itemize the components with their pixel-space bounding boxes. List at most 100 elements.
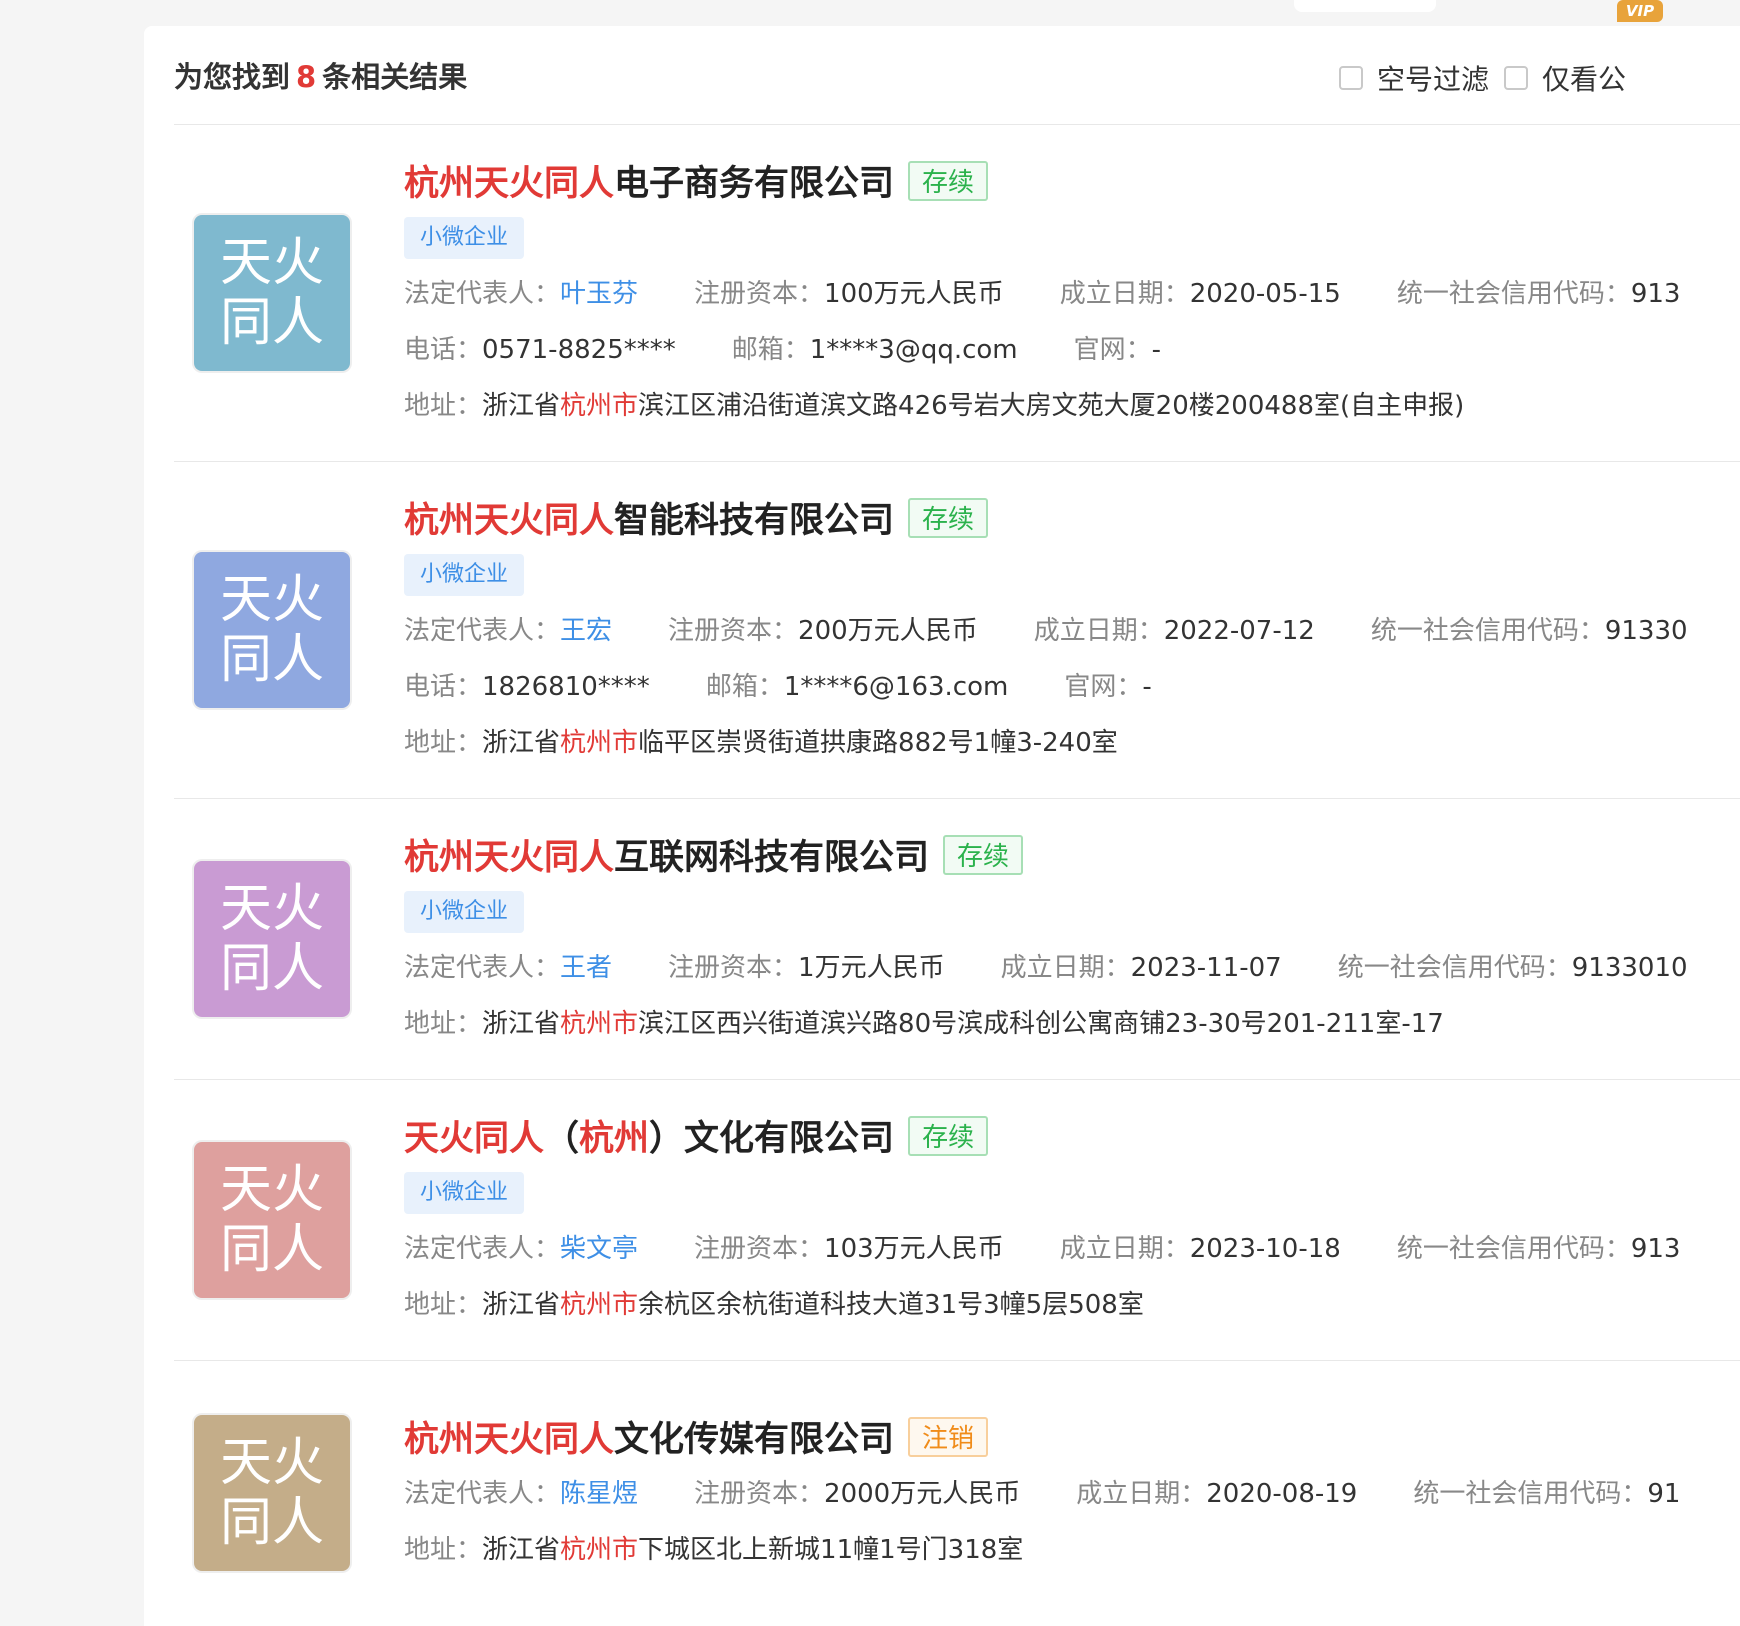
filter-only-view[interactable]: 仅看公 <box>1504 58 1626 98</box>
company-name-link[interactable]: 天火同人（杭州）文化有限公司 <box>404 1110 894 1161</box>
summary-suffix: 条相关结果 <box>322 60 468 94</box>
logo-text-line2: 同人 <box>219 1493 324 1553</box>
capital-value: 200万元人民币 <box>798 616 978 646</box>
email-value: 1****6@163.com <box>783 672 1009 702</box>
founded-value: 2020-08-19 <box>1206 1479 1358 1509</box>
status-badge: 存续 <box>908 1115 989 1156</box>
name-rest: 电子商务有限公司 <box>614 164 895 204</box>
credit-code-label: 统一社会信用代码： <box>1413 1479 1648 1509</box>
company-card[interactable]: 天火 同人 杭州天火同人文化传媒有限公司 注销 法定代表人：陈星煜 注册资本：20… <box>174 1361 1740 1626</box>
company-name-link[interactable]: 杭州天火同人互联网科技有限公司 <box>404 829 929 880</box>
meta-row-basic: 法定代表人：陈星煜 注册资本：2000万元人民币 成立日期：2020-08-19… <box>404 1473 1736 1510</box>
meta-row-address: 地址： 浙江省 杭州市 滨江区西兴街道滨兴路80号滨成科创公寓商铺23-30号201-… <box>404 1003 1444 1040</box>
logo-text-line1: 天火 <box>219 1160 324 1220</box>
meta-row-basic: 法定代表人：王宏 注册资本：200万元人民币 成立日期：2022-07-12 统… <box>404 610 1740 647</box>
address-detail: 下城区北上新城11幢1号门318室 <box>638 1535 1024 1565</box>
results-summary: 为您找到 8 条相关结果 <box>174 54 467 96</box>
website-label: 官网： <box>1073 335 1152 365</box>
results-header: 为您找到 8 条相关结果 空号过滤 VIP 仅看公 <box>174 0 1740 125</box>
company-name-link[interactable]: 杭州天火同人文化传媒有限公司 <box>404 1411 894 1462</box>
address-detail: 滨江区西兴街道滨兴路80号滨成科创公寓商铺23-30号201-211室-17 <box>638 1009 1444 1039</box>
founded-label: 成立日期： <box>1059 279 1190 309</box>
company-type-tag: 小微企业 <box>404 554 525 596</box>
address-province: 浙江省 <box>482 1009 561 1039</box>
top-tab-stub <box>1294 0 1436 12</box>
website-value: - <box>1142 672 1152 702</box>
capital-label: 注册资本： <box>668 616 799 646</box>
legal-rep-link[interactable]: 叶玉芬 <box>560 279 638 309</box>
address-city: 杭州市 <box>560 391 639 421</box>
name-rest: 互联网科技有限公司 <box>614 838 930 878</box>
empty-phone-checkbox[interactable] <box>1339 66 1363 90</box>
address-city: 杭州市 <box>560 1290 639 1320</box>
credit-code-value: 91330 <box>1604 616 1688 646</box>
website-value: - <box>1151 335 1162 365</box>
email-value: 1****3@qq.com <box>809 335 1018 365</box>
company-name-link[interactable]: 杭州天火同人智能科技有限公司 <box>404 492 894 543</box>
company-type-tag: 小微企业 <box>404 217 525 259</box>
address-city: 杭州市 <box>560 1009 639 1039</box>
filter-only-view-label: 仅看公 <box>1542 63 1627 96</box>
address-label: 地址： <box>404 728 483 758</box>
results-panel: 为您找到 8 条相关结果 空号过滤 VIP 仅看公 天火 同人 杭州天火同人电子商务有… <box>144 0 1740 1626</box>
legal-rep-link[interactable]: 陈星煜 <box>560 1479 638 1509</box>
company-logo: 天火 同人 <box>194 552 350 708</box>
founded-label: 成立日期： <box>1076 1479 1207 1509</box>
founded-label: 成立日期： <box>1000 953 1131 983</box>
company-card[interactable]: 天火 同人 杭州天火同人电子商务有限公司 存续 小微企业 法定代表人：叶玉芬 注册… <box>174 125 1740 462</box>
credit-code-label: 统一社会信用代码： <box>1396 279 1631 309</box>
address-label: 地址： <box>404 391 483 421</box>
credit-code-value: 91 <box>1647 1479 1681 1509</box>
company-type-tag: 小微企业 <box>404 1172 525 1214</box>
company-title-row: 杭州天火同人智能科技有限公司 存续 <box>404 492 989 543</box>
status-badge: 注销 <box>908 1416 989 1457</box>
capital-label: 注册资本： <box>694 1479 825 1509</box>
company-logo: 天火 同人 <box>194 215 350 371</box>
address-detail: 临平区崇贤街道拱康路882号1幢3-240室 <box>638 728 1118 758</box>
name-rest: （ <box>544 1119 580 1159</box>
name-highlight: 天火同人 <box>404 1119 545 1159</box>
meta-row-basic: 法定代表人：叶玉芬 注册资本：100万元人民币 成立日期：2020-05-15 … <box>404 273 1736 310</box>
founded-value: 2020-05-15 <box>1189 279 1341 309</box>
phone-label: 电话： <box>404 335 483 365</box>
logo-text-line2: 同人 <box>219 939 324 999</box>
legal-rep-label: 法定代表人： <box>404 1479 561 1509</box>
company-logo: 天火 同人 <box>194 861 350 1017</box>
filter-empty-phone[interactable]: 空号过滤 <box>1339 58 1489 98</box>
name-highlight: 杭州天火同人 <box>404 838 615 878</box>
logo-text-line1: 天火 <box>219 1433 324 1493</box>
meta-row-contact: 电话：1826810**** 邮箱：1****6@163.com 官网：- <box>404 666 1208 703</box>
capital-value: 103万元人民币 <box>824 1234 1004 1264</box>
company-card[interactable]: 天火 同人 杭州天火同人互联网科技有限公司 存续 小微企业 法定代表人：王者 注册… <box>174 799 1740 1080</box>
company-card[interactable]: 天火 同人 天火同人（杭州）文化有限公司 存续 小微企业 法定代表人：柴文亭 注册… <box>174 1080 1740 1361</box>
company-title-row: 杭州天火同人文化传媒有限公司 注销 <box>404 1411 989 1462</box>
summary-prefix: 为您找到 <box>174 60 291 94</box>
status-badge: 存续 <box>943 834 1024 875</box>
credit-code-label: 统一社会信用代码： <box>1370 616 1605 646</box>
meta-row-basic: 法定代表人：柴文亭 注册资本：103万元人民币 成立日期：2023-10-18 … <box>404 1228 1736 1265</box>
phone-label: 电话： <box>404 672 483 702</box>
logo-text-line2: 同人 <box>219 630 324 690</box>
legal-rep-link[interactable]: 王者 <box>560 953 612 983</box>
address-province: 浙江省 <box>482 1290 561 1320</box>
address-detail: 余杭区余杭街道科技大道31号3幢5层508室 <box>638 1290 1144 1320</box>
address-label: 地址： <box>404 1290 483 1320</box>
email-label: 邮箱： <box>705 672 784 702</box>
founded-label: 成立日期： <box>1059 1234 1190 1264</box>
company-card[interactable]: 天火 同人 杭州天火同人智能科技有限公司 存续 小微企业 法定代表人：王宏 注册资… <box>174 462 1740 799</box>
name-highlight: 杭州天火同人 <box>404 501 615 541</box>
capital-label: 注册资本： <box>668 953 799 983</box>
legal-rep-link[interactable]: 王宏 <box>560 616 612 646</box>
company-name-link[interactable]: 杭州天火同人电子商务有限公司 <box>404 155 894 206</box>
filter-empty-phone-label: 空号过滤 <box>1377 63 1490 96</box>
meta-row-address: 地址： 浙江省 杭州市 下城区北上新城11幢1号门318室 <box>404 1529 1023 1566</box>
address-label: 地址： <box>404 1535 483 1565</box>
legal-rep-link[interactable]: 柴文亭 <box>560 1234 638 1264</box>
name-highlight: 杭州天火同人 <box>404 1420 615 1460</box>
address-label: 地址： <box>404 1009 483 1039</box>
legal-rep-label: 法定代表人： <box>404 1234 561 1264</box>
vip-badge: VIP <box>1617 0 1663 22</box>
capital-value: 1万元人民币 <box>798 953 945 983</box>
only-view-checkbox[interactable] <box>1504 66 1528 90</box>
credit-code-value: 913 <box>1630 279 1681 309</box>
